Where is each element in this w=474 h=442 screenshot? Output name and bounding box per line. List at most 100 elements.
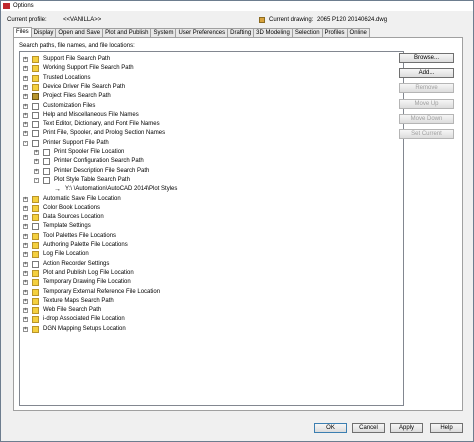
expand-icon[interactable]: + (23, 196, 28, 202)
expand-icon[interactable]: + (23, 224, 28, 230)
expand-icon[interactable]: + (23, 317, 28, 323)
tab-files[interactable]: Files (13, 27, 32, 37)
tree-item-text-editor-dictionary-and-font-file-names[interactable]: + Text Editor, Dictionary, and Font File … (20, 120, 400, 129)
tree-item-tool-palettes-file-locations[interactable]: + Tool Palettes File Locations (20, 232, 400, 241)
ok-button[interactable]: OK (314, 423, 347, 433)
expand-icon[interactable]: + (23, 66, 28, 72)
move-down-button[interactable]: Move Down (399, 114, 454, 124)
tree-item-data-sources-location[interactable]: + Data Sources Location (20, 213, 400, 222)
expand-icon[interactable]: + (23, 298, 28, 304)
remove-button[interactable]: Remove (399, 83, 454, 93)
tree-item-dgn-mapping-setups-location[interactable]: + DGN Mapping Setups Location (20, 325, 400, 334)
tree-item-label: Print File, Spooler, and Prolog Section … (43, 130, 166, 137)
tree-item-printer-description-file-search-path[interactable]: + Printer Description File Search Path (20, 167, 400, 176)
expand-icon[interactable]: + (23, 122, 28, 128)
tab-open-and-save[interactable]: Open and Save (55, 28, 104, 37)
browse-button[interactable]: Browse... (399, 53, 454, 63)
expand-icon[interactable]: + (23, 243, 28, 248)
tree-item-plot-style-table-search-path[interactable]: - Plot Style Table Search Path (20, 176, 400, 185)
tree-item-plot-and-publish-log-file-location[interactable]: + Plot and Publish Log File Location (20, 269, 400, 278)
tree-item-texture-maps-search-path[interactable]: + Texture Maps Search Path (20, 297, 400, 306)
tree-item-print-spooler-file-location[interactable]: + Print Spooler File Location (20, 148, 400, 157)
tree-item-support-file-search-path[interactable]: + Support File Search Path (20, 55, 400, 64)
tree-item-color-book-locations[interactable]: + Color Book Locations (20, 204, 400, 213)
tree-item-y-automation-autocad-2014-plot-styles[interactable]: → Y:\ \Automation\AutoCAD 2014\Plot Style… (20, 185, 400, 194)
tree-item-label: Printer Configuration Search Path (54, 158, 144, 165)
expand-icon[interactable]: + (23, 205, 28, 211)
tree-item-label: Help and Miscellaneous File Names (43, 111, 139, 118)
tree-item-working-support-file-search-path[interactable]: + Working Support File Search Path (20, 64, 400, 73)
folder-icon (32, 297, 39, 305)
expand-icon[interactable]: + (23, 233, 28, 239)
tree-item-authoring-palette-file-locations[interactable]: + Authoring Palette File Locations (20, 241, 400, 250)
tree-item-printer-configuration-search-path[interactable]: + Printer Configuration Search Path (20, 157, 400, 166)
file-locations-tree[interactable]: + Support File Search Path + Working Suppor… (19, 51, 404, 406)
folder-icon (32, 242, 39, 249)
expand-icon[interactable]: + (23, 280, 28, 286)
tree-item-customization-files[interactable]: + Customization Files (20, 102, 400, 111)
doc-icon (43, 167, 50, 175)
expand-icon[interactable]: + (23, 308, 28, 314)
set-current-button[interactable]: Set Current (399, 129, 454, 139)
tree-item-label: Support File Search Path (43, 56, 111, 62)
folder-icon (32, 325, 39, 333)
expand-icon[interactable]: + (34, 168, 39, 174)
tree-item-project-files-search-path[interactable]: + Project Files Search Path (20, 92, 400, 101)
expand-icon[interactable]: + (23, 261, 28, 267)
tree-item-label: Log File Location (43, 251, 89, 258)
expand-icon[interactable]: + (23, 75, 28, 81)
tab-display[interactable]: Display (30, 28, 57, 37)
tree-item-trusted-locations[interactable]: + Trusted Locations (20, 74, 400, 83)
expand-icon[interactable]: + (23, 112, 28, 118)
tree-item-label: Device Driver File Search Path (43, 83, 126, 90)
expand-icon[interactable]: + (23, 270, 28, 276)
tab-user-preferences[interactable]: User Preferences (175, 28, 229, 37)
tree-item-label: Text Editor, Dictionary, and Font File N… (43, 121, 160, 128)
tree-item-label: Print Spooler File Location (54, 149, 125, 155)
expand-icon[interactable]: + (34, 159, 39, 165)
tree-item-action-recorder-settings[interactable]: + Action Recorder Settings (20, 260, 400, 269)
tab-3d-modeling[interactable]: 3D Modeling (253, 28, 293, 37)
tree-item-i-drop-associated-file-location[interactable]: + i-drop Associated File Location (20, 315, 400, 324)
expand-icon[interactable]: + (23, 84, 28, 90)
tab-selection[interactable]: Selection (291, 28, 323, 37)
folder-icon (32, 56, 39, 63)
expand-icon[interactable]: + (23, 215, 28, 221)
expand-icon[interactable]: + (23, 252, 28, 258)
tree-item-log-file-location[interactable]: + Log File Location (20, 250, 400, 259)
expand-icon[interactable]: + (34, 150, 39, 155)
tree-item-web-file-search-path[interactable]: + Web File Search Path (20, 306, 400, 315)
add-button[interactable]: Add... (399, 68, 454, 78)
folder-icon (32, 307, 39, 315)
folder-icon (32, 279, 39, 287)
current-drawing-value: 2065 P120 20140624.dwg (317, 17, 388, 23)
expand-icon[interactable]: + (23, 103, 28, 109)
tree-item-temporary-external-reference-file-location[interactable]: + Temporary External Reference File Locat… (20, 288, 400, 297)
tab-system[interactable]: System (150, 28, 177, 37)
tab-plot-and-publish[interactable]: Plot and Publish (102, 28, 152, 37)
tab-online[interactable]: Online (346, 28, 370, 37)
collapse-icon[interactable]: - (23, 140, 28, 146)
cancel-button[interactable]: Cancel (352, 423, 385, 433)
apply-button[interactable]: Apply (390, 423, 423, 433)
tree-item-printer-support-file-path[interactable]: - Printer Support File Path (20, 139, 400, 148)
tree-item-temporary-drawing-file-location[interactable]: + Temporary Drawing File Location (20, 278, 400, 287)
expand-icon[interactable]: + (23, 57, 28, 62)
expand-icon[interactable]: + (23, 326, 28, 332)
help-button[interactable]: Help (430, 423, 463, 433)
tree-item-label: Y:\ \Automation\AutoCAD 2014\Plot Styles (65, 186, 178, 193)
tab-drafting[interactable]: Drafting (227, 28, 255, 37)
tree-item-device-driver-file-search-path[interactable]: + Device Driver File Search Path (20, 83, 400, 92)
tree-item-help-and-miscellaneous-file-names[interactable]: + Help and Miscellaneous File Names (20, 111, 400, 120)
expand-icon[interactable]: + (23, 131, 28, 137)
expand-icon[interactable]: + (23, 94, 28, 100)
tree-item-template-settings[interactable]: + Template Settings (20, 222, 400, 231)
title-bar[interactable]: Options (1, 1, 473, 11)
tab-profiles[interactable]: Profiles (321, 28, 348, 37)
move-up-button[interactable]: Move Up (399, 99, 454, 109)
tree-item-automatic-save-file-location[interactable]: + Automatic Save File Location (20, 195, 400, 204)
expand-icon[interactable]: + (23, 289, 28, 295)
doc-icon (32, 111, 39, 119)
tree-item-print-file-spooler-and-prolog-section-names[interactable]: + Print File, Spooler, and Prolog Section… (20, 129, 400, 138)
collapse-icon[interactable]: - (34, 177, 39, 183)
